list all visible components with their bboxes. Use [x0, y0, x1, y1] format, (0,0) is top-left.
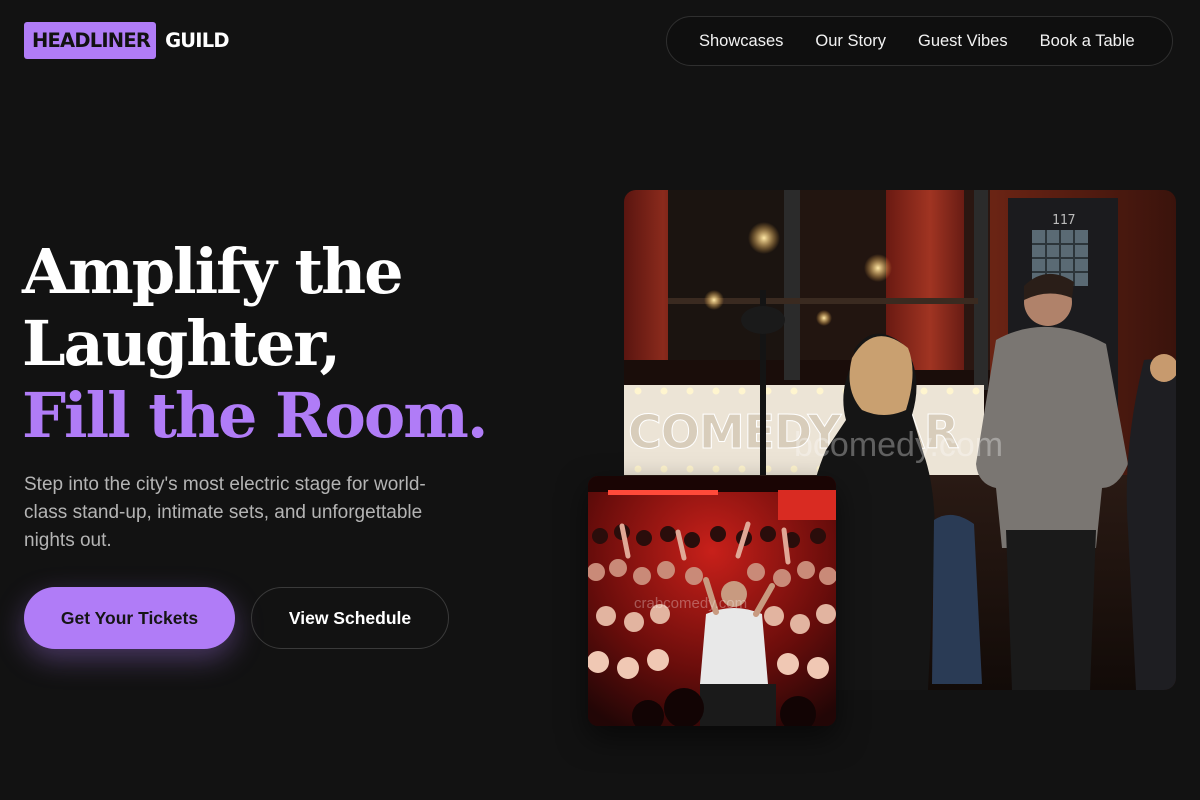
main-photo-watermark: bcomedy.com — [794, 426, 1003, 464]
door-number: 117 — [1052, 213, 1075, 228]
nav-item-our-story[interactable]: Our Story — [815, 32, 886, 51]
hero-title-line-1: Amplify the — [22, 235, 404, 308]
hero-title: Amplify the Laughter, Fill the Room. — [22, 236, 582, 452]
logo-highlight-text: HEADLINER — [24, 22, 157, 59]
hero-title-line-3: Fill the Room. — [22, 379, 488, 452]
hero-title-line-2: Laughter, — [22, 307, 341, 380]
main-nav: Showcases Our Story Guest Vibes Book a T… — [666, 16, 1173, 66]
logo-text: GUILD — [165, 29, 230, 52]
crowd-photo-watermark: crabcomedy.com — [634, 595, 747, 612]
hero-subtitle: Step into the city's most electric stage… — [24, 474, 426, 551]
nav-item-showcases[interactable]: Showcases — [699, 32, 783, 51]
get-tickets-button[interactable]: Get Your Tickets — [24, 587, 235, 649]
brand-logo[interactable]: HEADLINER GUILD — [24, 22, 230, 59]
nav-item-guest-vibes[interactable]: Guest Vibes — [918, 32, 1008, 51]
crowd-photo: crabcomedy.com — [588, 476, 836, 726]
view-schedule-button[interactable]: View Schedule — [251, 587, 449, 649]
nav-item-book-a-table[interactable]: Book a Table — [1040, 32, 1135, 51]
